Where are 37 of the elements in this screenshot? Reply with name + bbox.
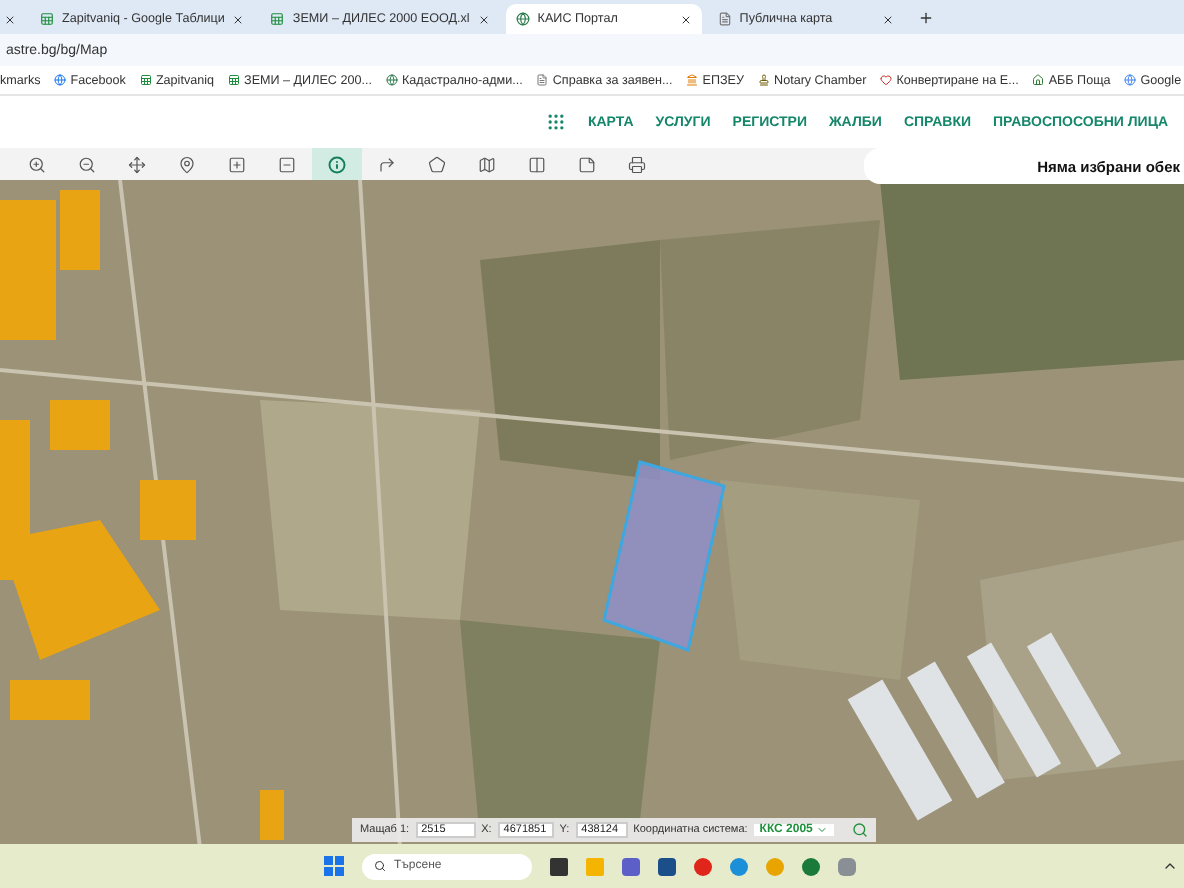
info-tool[interactable] [312, 148, 362, 180]
task-view-icon[interactable] [550, 857, 568, 875]
sheet-icon [270, 12, 285, 26]
caret-icon [816, 824, 829, 836]
sheet-icon [40, 12, 54, 26]
search-icon [374, 860, 386, 872]
new-tab-icon[interactable] [917, 10, 934, 26]
zoom-in-icon [28, 155, 46, 173]
note-icon [578, 155, 596, 173]
corner-arrow-icon [378, 155, 396, 173]
square-minus-icon [278, 155, 296, 173]
zoom-out-icon [78, 155, 96, 173]
polygon-icon [428, 155, 446, 173]
windows-logo-icon[interactable] [324, 856, 344, 876]
house-icon [1032, 74, 1045, 86]
page-icon [536, 74, 549, 86]
square-plus-icon [228, 155, 246, 173]
print-icon [628, 155, 646, 173]
columns-icon [528, 155, 546, 173]
sheet-icon [139, 74, 152, 86]
stamp-icon [758, 74, 771, 86]
page-icon [717, 12, 732, 26]
grid-menu-icon[interactable] [545, 112, 566, 132]
search-icon[interactable] [852, 822, 869, 838]
close-icon[interactable] [477, 13, 490, 25]
map-pin-icon [178, 155, 196, 173]
chevron-up-icon[interactable] [1162, 858, 1178, 874]
bank-icon [686, 74, 699, 86]
map-icon [478, 155, 496, 173]
heart-icon [880, 74, 893, 86]
move-arrows-icon [128, 155, 146, 173]
sheet-icon [228, 74, 241, 86]
close-icon[interactable] [232, 13, 245, 25]
info-icon [328, 155, 346, 173]
close-icon[interactable] [4, 14, 16, 26]
close-icon[interactable] [679, 13, 692, 25]
close-icon[interactable] [881, 13, 894, 25]
